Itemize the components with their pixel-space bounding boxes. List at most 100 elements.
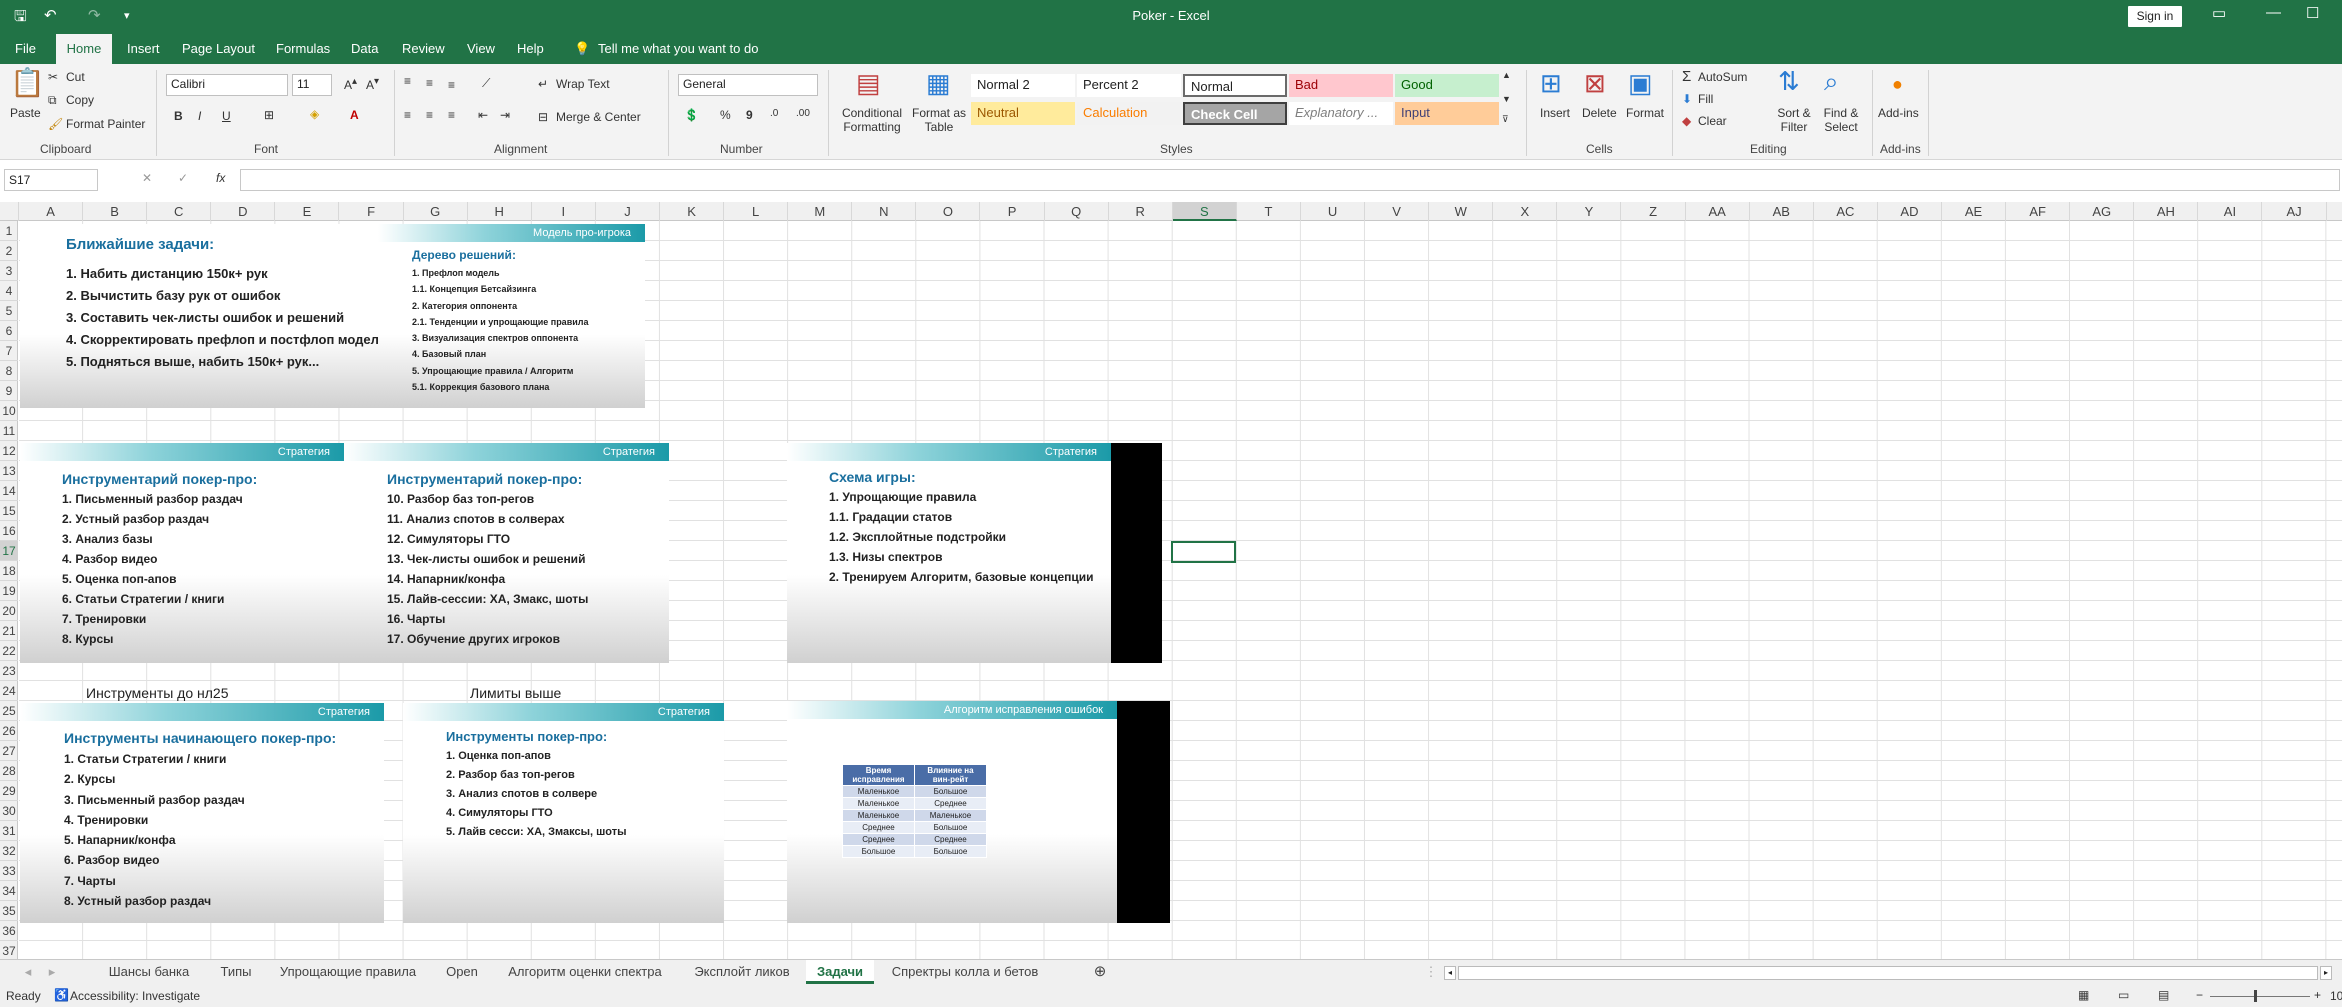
page-break-view-icon[interactable]: ▤ [2158,988,2169,1002]
row-header-36[interactable]: 36 [0,921,18,941]
column-header-ab[interactable]: AB [1750,202,1814,221]
font-name-combo[interactable]: Calibri [166,74,288,96]
zoom-slider-thumb[interactable] [2254,990,2257,1002]
add-ins-button[interactable]: Add-ins [1878,106,1919,120]
align-middle-icon[interactable]: ≡ [426,76,433,90]
cut-button[interactable]: Cut [66,70,85,84]
row-header-32[interactable]: 32 [0,841,18,861]
menu-help[interactable]: Help [517,41,544,56]
cell-style-normal[interactable]: Normal [1183,74,1287,97]
align-left-icon[interactable]: ≡ [404,108,411,122]
scroll-tabs-left-icon[interactable]: ◂ [20,960,36,984]
copy-icon[interactable]: ⧉ [48,93,57,108]
row-header-31[interactable]: 31 [0,821,18,841]
row-header-37[interactable]: 37 [0,941,18,961]
grow-font-icon[interactable]: A▴ [344,76,357,92]
row-header-23[interactable]: 23 [0,661,18,681]
normal-view-icon[interactable]: ▦ [2078,988,2089,1002]
find-select-button[interactable]: Find & Select [1818,106,1864,134]
sheet-tab-active[interactable]: Задачи [806,960,874,984]
add-ins-icon[interactable]: ● [1892,74,1903,95]
sheet-tab[interactable]: Упрощающие правила [270,960,426,984]
scroll-tabs-right-icon[interactable]: ▸ [44,960,60,984]
cell-style-input[interactable]: Input [1395,102,1499,125]
underline-icon[interactable]: U [222,109,231,123]
column-header-v[interactable]: V [1365,202,1430,221]
sheet-tab[interactable]: Эксплойт ликов [680,960,804,984]
column-header-aa[interactable]: AA [1686,202,1750,221]
align-center-icon[interactable]: ≡ [426,108,433,122]
row-header-22[interactable]: 22 [0,641,18,661]
row-header-21[interactable]: 21 [0,621,18,641]
decrease-indent-icon[interactable]: ⇤ [478,108,488,122]
accessibility-status[interactable]: Accessibility: Investigate [70,989,200,1003]
tell-me-search[interactable]: Tell me what you want to do [598,41,758,56]
fill-button[interactable]: Fill [1698,92,1713,106]
bold-icon[interactable]: B [174,109,183,123]
select-all-button[interactable] [0,202,19,221]
align-top-icon[interactable]: ≡ [404,74,411,88]
format-as-table-icon[interactable]: ▦ [926,68,951,99]
column-header-s[interactable]: S [1172,202,1237,221]
insert-function-button[interactable]: fx [216,171,225,185]
clear-button[interactable]: Clear [1698,114,1727,128]
column-header-ae[interactable]: AE [1942,202,2007,221]
sheet-tab[interactable]: Шансы банка [94,960,204,984]
column-header-ad[interactable]: AD [1878,202,1942,221]
row-header-5[interactable]: 5 [0,301,18,321]
insert-cells-button[interactable]: Insert [1540,106,1570,120]
column-header-r[interactable]: R [1109,202,1173,221]
page-layout-view-icon[interactable]: ▭ [2118,988,2129,1002]
column-header-e[interactable]: E [275,202,340,221]
sheet-tab[interactable]: Спректры колла и бетов [882,960,1048,984]
row-header-29[interactable]: 29 [0,781,18,801]
cut-icon[interactable]: ✂ [48,70,58,84]
delete-cells-icon[interactable]: ⊠ [1584,68,1606,99]
column-header-i[interactable]: I [532,202,596,221]
column-header-y[interactable]: Y [1557,202,1622,221]
column-header-g[interactable]: G [404,202,468,221]
column-header-n[interactable]: N [852,202,917,221]
row-header-14[interactable]: 14 [0,481,18,501]
format-painter-icon[interactable]: 🖌 [48,117,63,131]
slide-nearest-tasks[interactable]: Ближайшие задачи: 1. Набить дистанцию 15… [20,224,378,408]
cell-style-good[interactable]: Good [1395,74,1499,97]
font-color-icon[interactable]: A [350,108,359,122]
column-header-ac[interactable]: AC [1814,202,1878,221]
slide-error-algorithm[interactable]: Алгоритм исправления ошибок Время исправ… [787,701,1170,923]
cell-style-percent-2[interactable]: Percent 2 [1077,74,1181,97]
column-header-j[interactable]: J [596,202,660,221]
row-header-8[interactable]: 8 [0,361,18,381]
new-sheet-icon[interactable]: ⊕ [1088,960,1112,984]
percent-style-icon[interactable]: % [720,108,731,122]
row-header-34[interactable]: 34 [0,881,18,901]
paste-button[interactable]: Paste [10,106,41,120]
row-header-9[interactable]: 9 [0,381,18,401]
zoom-slider[interactable] [2210,996,2310,997]
row-header-3[interactable]: 3 [0,261,18,281]
row-header-12[interactable]: 12 [0,441,18,461]
number-format-combo[interactable]: General [678,74,818,96]
sheet-tab[interactable]: Алгоритм оценки спектра [498,960,672,984]
insert-cells-icon[interactable]: ⊞ [1540,68,1562,99]
column-header-c[interactable]: C [147,202,212,221]
gallery-more-icon[interactable]: ⊽ [1502,114,1509,125]
formula-input[interactable] [240,169,2340,191]
row-header-20[interactable]: 20 [0,601,18,621]
sheet-tab[interactable]: Типы [210,960,262,984]
wrap-text-button[interactable]: Wrap Text [556,77,610,91]
delete-cells-button[interactable]: Delete [1582,106,1617,120]
format-painter-button[interactable]: Format Painter [66,117,145,131]
column-header-ag[interactable]: AG [2070,202,2135,221]
column-header-m[interactable]: M [788,202,853,221]
sign-in-button[interactable]: Sign in [2128,6,2182,27]
borders-icon[interactable]: ⊞ [264,108,274,122]
column-header-x[interactable]: X [1493,202,1558,221]
column-header-aj[interactable]: AJ [2263,202,2327,221]
row-header-27[interactable]: 27 [0,741,18,761]
column-header-l[interactable]: L [724,202,789,221]
column-header-t[interactable]: T [1237,202,1301,221]
cancel-entry-icon[interactable]: ✕ [142,171,152,185]
row-header-1[interactable]: 1 [0,221,18,241]
cell-style-calculation[interactable]: Calculation [1077,102,1181,125]
